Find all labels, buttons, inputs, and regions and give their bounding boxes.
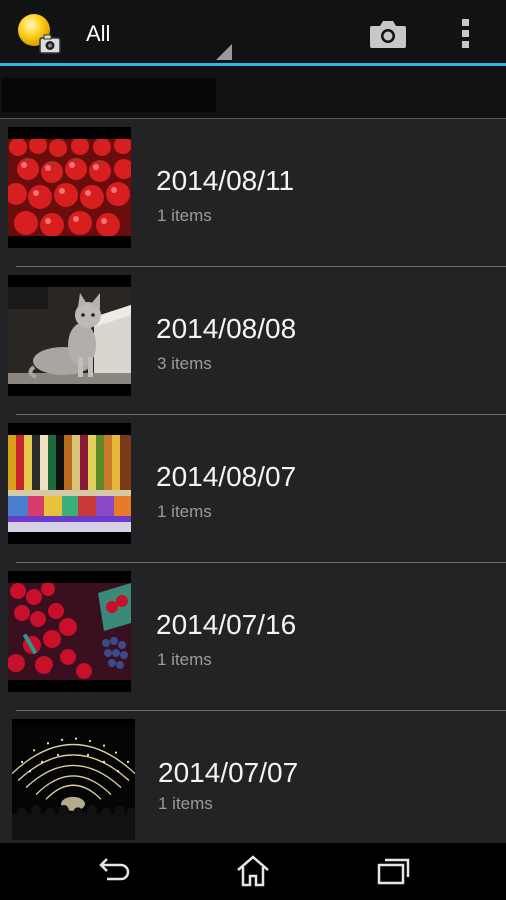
list-item[interactable]: 2014/08/11 1 items: [0, 119, 506, 267]
group-item-count: 1 items: [157, 206, 212, 225]
action-bar: All: [0, 0, 506, 66]
camera-icon[interactable]: [366, 14, 410, 54]
cat-photo: [8, 275, 131, 396]
group-item-count: 1 items: [157, 650, 212, 669]
dropdown-indicator-icon[interactable]: [216, 44, 232, 60]
group-date: 2014/08/08: [156, 313, 297, 344]
group-item-count: 1 items: [157, 502, 212, 521]
group-item-count: 1 items: [158, 794, 213, 813]
light-tunnel-photo: [12, 719, 135, 840]
list-item[interactable]: 2014/07/07 1 items: [0, 711, 506, 843]
navigation-bar: [0, 843, 506, 900]
recent-apps-icon[interactable]: [373, 853, 413, 889]
list-item[interactable]: 2014/07/16 1 items: [0, 563, 506, 711]
group-date: 2014/07/07: [158, 757, 299, 788]
home-icon[interactable]: [233, 853, 273, 889]
group-date: 2014/07/16: [156, 609, 297, 640]
sub-header-field: [2, 78, 216, 112]
tomatoes-photo: [8, 127, 131, 248]
album-filter-title[interactable]: All: [86, 21, 110, 47]
group-date: 2014/08/11: [156, 165, 295, 196]
list-item[interactable]: 2014/08/07 1 items: [0, 415, 506, 563]
group-item-count: 3 items: [157, 354, 212, 373]
fabric-shop-photo: [8, 423, 131, 544]
back-icon[interactable]: [93, 853, 133, 889]
list-item[interactable]: 2014/08/08 3 items: [0, 267, 506, 415]
gallery-app-icon[interactable]: [16, 12, 62, 56]
group-date: 2014/08/07: [156, 461, 297, 492]
sub-header-bar: [0, 66, 506, 119]
berries-photo: [8, 571, 131, 692]
overflow-menu-icon[interactable]: [452, 14, 480, 54]
date-group-list: 2014/08/11 1 items 2014/08/08 3 items 20…: [0, 119, 506, 843]
